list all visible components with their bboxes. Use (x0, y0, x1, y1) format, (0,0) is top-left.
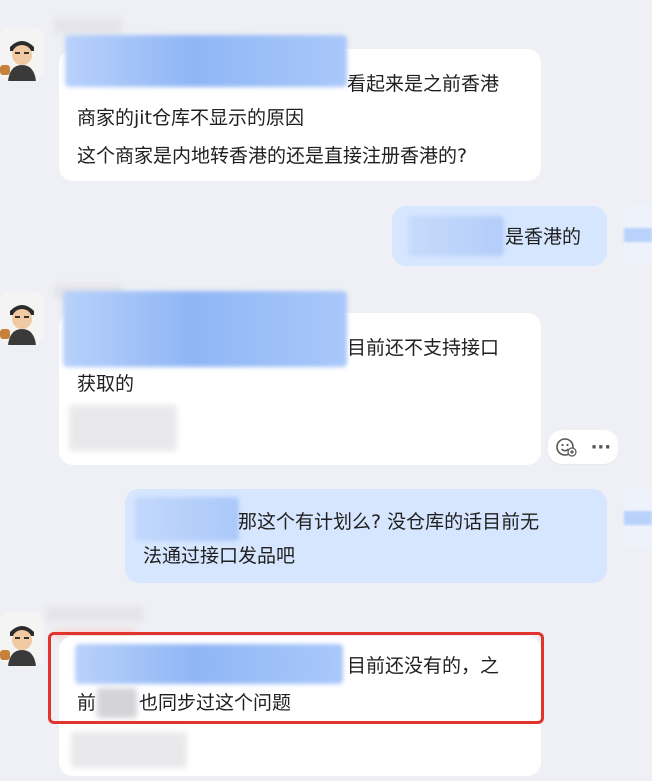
message-bubble[interactable]: 是香港的 (392, 206, 607, 266)
message-text: 法通过接口发品吧 (143, 545, 296, 567)
message-text: 商家的jit仓库不显示的原因 (77, 107, 305, 129)
message-text: 看起来是之前香港 (347, 73, 500, 95)
sender-name-redacted (54, 18, 122, 34)
avatar-image (0, 612, 44, 666)
highlight-box (48, 632, 544, 724)
message-text: 是香港的 (505, 226, 582, 248)
message-text: 目前还不支持接口 (347, 337, 500, 359)
redacted-mention (63, 291, 347, 367)
message-bubble[interactable]: 那这个有计划么? 没仓库的话目前无 法通过接口发品吧 (125, 489, 607, 583)
avatar[interactable] (0, 27, 44, 81)
redacted-mention (135, 497, 239, 541)
message-text: 那这个有计划么? 没仓库的话目前无 (238, 511, 540, 533)
avatar[interactable] (0, 291, 44, 345)
more-dots-icon[interactable]: ··· (591, 437, 612, 458)
own-avatar-redacted (624, 489, 652, 547)
message-bubble[interactable]: 目前还不支持接口 获取的 (59, 291, 541, 465)
avatar-image (0, 27, 44, 81)
avatar-image (0, 291, 44, 345)
message-actions: ··· (548, 430, 618, 464)
sender-name-redacted (46, 606, 144, 622)
own-avatar-redacted (624, 206, 652, 264)
redacted-mention (65, 35, 347, 87)
redacted-mention (408, 216, 504, 256)
redacted-attachment (69, 405, 177, 451)
message-text: 这个商家是内地转香港的还是直接注册香港的? (77, 145, 468, 167)
avatar[interactable] (0, 612, 44, 666)
emoji-reaction-icon[interactable] (555, 436, 577, 458)
message-text: 获取的 (77, 373, 135, 395)
message-bubble[interactable]: 看起来是之前香港 商家的jit仓库不显示的原因 这个商家是内地转香港的还是直接注… (59, 35, 541, 181)
redacted-attachment (71, 732, 187, 768)
